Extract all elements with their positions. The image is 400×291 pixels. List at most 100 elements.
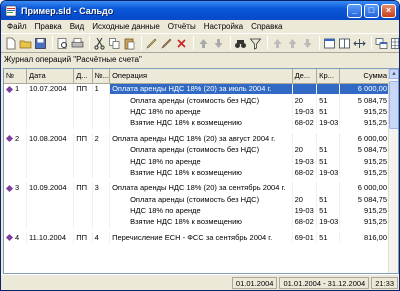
num-cell: 1 [4,83,28,95]
cut-icon[interactable] [93,36,106,50]
col-header-num[interactable]: № [4,69,28,84]
docnum-cell: 4 [92,231,111,244]
doc-cell: ПП [73,132,93,144]
window-icon[interactable] [323,36,336,50]
arrow-up-dim-icon[interactable] [286,36,299,50]
entry-row[interactable]: Оплата аренды (стоимость без НДС) 20 51 5 0… [4,193,391,205]
table-header: № Дата Д... №... Операция Де... Кр... Су… [4,69,391,84]
toolbar-separator [193,36,194,50]
vertical-scrollbar[interactable]: ▲ [388,69,398,273]
col-header-operation[interactable]: Операция [109,69,293,84]
date-cell [26,143,75,156]
sum-cell: 816,00 [339,231,391,244]
paste-icon[interactable] [123,36,136,50]
status-time: 21:33 [371,276,398,289]
sum-cell: 5 084,75 [339,193,391,205]
arrow-down-icon[interactable] [212,36,225,50]
entry-row[interactable]: Взятие НДС 18% к возмещению 68-02 19-03 915… [4,216,391,228]
binoculars-icon[interactable] [234,36,247,50]
credit-cell: 51 [316,231,340,244]
credit-cell [316,83,340,95]
entry-row[interactable]: Оплата аренды (стоимость без НДС) 20 51 5 0… [4,94,391,106]
doc-cell [73,166,93,179]
title-bar[interactable]: Пpимep.sld - Сальдо _ □ × [1,1,399,20]
sum-cell: 915,25 [339,166,391,179]
docnum-cell: 3 [92,182,111,194]
sum-cell: 915,25 [339,155,391,167]
desc-cell: Взятие НДС 18% к возмещению [109,166,293,179]
doc-cell [73,143,93,156]
debit-cell: 19-03 [292,204,318,217]
close-button[interactable]: × [381,3,396,18]
col-header-credit[interactable]: Кр... [316,69,340,84]
operations-table: № Дата Д... №... Операция Де... Кр... Су… [4,69,391,244]
maximize-button[interactable]: □ [364,3,379,18]
operation-row[interactable]: 3 10.09.2004 ПП 3 Оплата аренды НДС 18% (20)… [4,182,391,194]
debit-cell [292,132,318,144]
sum-cell: 915,25 [339,204,391,217]
arrow-up-dim-icon[interactable] [271,36,284,50]
desc-cell: Оплата аренды (стоимость без НДС) [109,193,293,205]
operation-row[interactable]: 2 10.08.2004 ПП 2 Оплата аренды НДС 18% (20)… [4,132,391,144]
num-cell: 2 [4,132,28,144]
operations-grid[interactable]: № Дата Д... №... Операция Де... Кр... Су… [3,68,399,274]
print-icon[interactable] [71,36,84,50]
windows-icon[interactable] [375,36,388,50]
col-header-debit[interactable]: Де... [292,69,318,84]
menu-help[interactable]: Справка [247,22,286,31]
toolbar-separator [371,36,372,50]
scroll-up-icon[interactable]: ▲ [389,69,398,79]
new-file-icon[interactable] [4,36,17,50]
entry-row[interactable]: Взятие НДС 18% к возмещению 68-02 19-03 915… [4,117,391,129]
num-cell [4,216,28,228]
col-header-doc[interactable]: Д... [73,69,93,84]
col-header-sum[interactable]: Сумма [339,69,391,84]
operation-row[interactable]: 1 10.07.2004 ПП 1 Оплата аренды НДС 18% (20)… [4,83,391,95]
delete-icon[interactable] [175,36,188,50]
copy-icon[interactable] [108,36,121,50]
menu-file[interactable]: Файл [3,22,31,31]
num-cell [4,193,28,205]
debit-cell: 20 [292,143,318,156]
entry-row[interactable]: НДС 18% по аренде 19-03 51 915,25 [4,155,391,167]
save-icon[interactable] [34,36,47,50]
menu-reports[interactable]: Отчёты [164,22,200,31]
menu-view[interactable]: Вид [66,22,88,31]
docnum-cell [92,193,111,205]
split-icon[interactable] [353,36,366,50]
open-folder-icon[interactable] [19,36,32,50]
table-body: 1 10.07.2004 ПП 1 Оплата аренды НДС 18% (20)… [4,83,391,244]
toolbar-separator [52,36,53,50]
arrow-down-dim-icon[interactable] [301,36,314,50]
menu-source-data[interactable]: Исходные данные [88,22,164,31]
doc-cell [73,193,93,205]
menu-settings[interactable]: Настройка [200,22,247,31]
scrollbar-thumb[interactable] [389,81,398,129]
credit-cell: 19-03 [316,216,340,228]
column-icon[interactable] [338,36,351,50]
menu-edit[interactable]: Правка [31,22,66,31]
filter-icon[interactable] [249,36,262,50]
docnum-cell: 1 [92,83,111,95]
docnum-cell [92,166,111,179]
status-date: 01.01.2004 [231,276,278,289]
entry-row[interactable]: НДС 18% по аренде 19-03 51 915,25 [4,105,391,118]
entry-row[interactable]: НДС 18% по аренде 19-03 51 915,25 [4,204,391,217]
print-preview-icon[interactable] [56,36,69,50]
minimize-button[interactable]: _ [347,3,362,18]
edit-icon[interactable] [160,36,173,50]
grid-icon[interactable] [390,36,399,50]
sum-cell: 915,25 [339,216,391,228]
pencil-icon[interactable] [145,36,158,50]
arrow-up-icon[interactable] [197,36,210,50]
sum-cell: 5 084,75 [339,94,391,106]
doc-cell [73,94,93,106]
sum-cell: 6 000,00 [339,132,391,144]
col-header-docnum[interactable]: №... [92,69,111,84]
debit-cell: 20 [292,94,318,106]
operation-row[interactable]: 4 11.10.2004 ПП 4 Перечисление ЕСН - ФСС за … [4,231,391,244]
col-header-date[interactable]: Дата [26,69,75,84]
entry-row[interactable]: Оплата аренды (стоимость без НДС) 20 51 5 0… [4,143,391,156]
entry-row[interactable]: Взятие НДС 18% к возмещению 68-02 19-03 915… [4,166,391,179]
date-cell [26,204,75,217]
